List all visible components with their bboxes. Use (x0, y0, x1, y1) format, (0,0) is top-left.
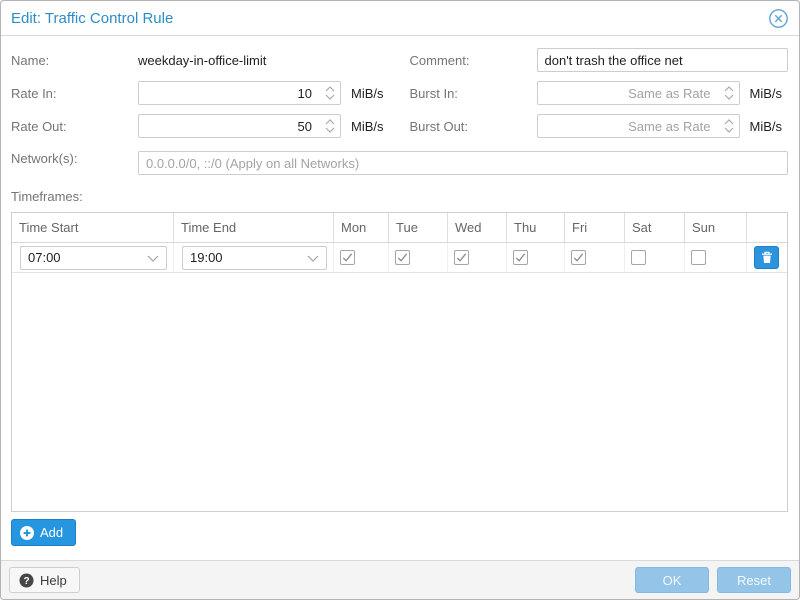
row-actions-cell (747, 243, 787, 272)
add-button[interactable]: Add (11, 519, 76, 546)
rate-in-spinner (325, 81, 335, 105)
comment-input[interactable] (537, 48, 789, 72)
thu-checkbox[interactable] (513, 250, 528, 265)
time-start-cell: 07:00 (12, 243, 174, 272)
time-start-combo[interactable]: 07:00 (20, 246, 167, 270)
rate-out-label: Rate Out: (11, 119, 138, 134)
edit-traffic-control-rule-dialog: Edit: Traffic Control Rule Name: weekday… (0, 0, 800, 600)
spinner-down-icon[interactable] (325, 127, 335, 133)
plus-circle-icon (20, 526, 34, 540)
form-row-3: Rate Out: MiB/s Burst Out: (11, 114, 788, 138)
mon-checkbox[interactable] (340, 250, 355, 265)
close-icon[interactable] (767, 7, 789, 29)
timeframes-label: Timeframes: (11, 189, 788, 204)
col-header-wed: Wed (448, 213, 507, 242)
spinner-up-icon[interactable] (724, 86, 734, 92)
rate-out-field-group: Rate Out: MiB/s (11, 114, 390, 138)
dialog-body: Name: weekday-in-office-limit Comment: R… (1, 36, 799, 560)
spinner-up-icon[interactable] (724, 119, 734, 125)
rate-in-spinfield (138, 81, 341, 105)
burst-in-unit: MiB/s (750, 86, 783, 101)
rate-in-field-group: Rate In: MiB/s (11, 81, 390, 105)
mon-cell (334, 243, 389, 272)
sun-cell (685, 243, 747, 272)
add-button-label: Add (40, 525, 63, 540)
rate-out-input[interactable] (138, 114, 341, 138)
sat-cell (625, 243, 685, 272)
burst-out-input[interactable] (537, 114, 740, 138)
time-start-value: 07:00 (28, 250, 147, 265)
tue-checkbox[interactable] (395, 250, 410, 265)
burst-in-spinner (724, 81, 734, 105)
time-end-cell: 19:00 (174, 243, 334, 272)
form-row-1: Name: weekday-in-office-limit Comment: (11, 48, 788, 72)
burst-out-field-group: Burst Out: MiB/s (410, 114, 789, 138)
burst-out-spinfield (537, 114, 740, 138)
burst-in-spinfield (537, 81, 740, 105)
col-header-time-end: Time End (174, 213, 334, 242)
burst-in-label: Burst In: (410, 86, 537, 101)
burst-in-field-group: Burst In: MiB/s (410, 81, 789, 105)
time-end-combo[interactable]: 19:00 (182, 246, 327, 270)
dialog-titlebar: Edit: Traffic Control Rule (1, 1, 799, 36)
sat-checkbox[interactable] (631, 250, 646, 265)
trash-icon (761, 251, 773, 264)
tue-cell (389, 243, 448, 272)
col-header-sun: Sun (685, 213, 747, 242)
time-end-value: 19:00 (190, 250, 307, 265)
col-header-tue: Tue (389, 213, 448, 242)
rate-out-spinfield (138, 114, 341, 138)
col-header-actions (747, 213, 787, 242)
dialog-title: Edit: Traffic Control Rule (11, 10, 173, 27)
delete-row-button[interactable] (754, 246, 779, 269)
comment-label: Comment: (410, 53, 537, 68)
chevron-down-icon (147, 250, 159, 265)
spinner-up-icon[interactable] (325, 119, 335, 125)
spinner-down-icon[interactable] (325, 94, 335, 100)
burst-out-label: Burst Out: (410, 119, 537, 134)
thu-cell (507, 243, 565, 272)
col-header-mon: Mon (334, 213, 389, 242)
table-empty-area (12, 273, 787, 511)
dialog-footer: ? Help OK Reset (1, 560, 799, 599)
col-header-sat: Sat (625, 213, 685, 242)
sun-checkbox[interactable] (691, 250, 706, 265)
ok-button[interactable]: OK (635, 567, 709, 593)
help-button-label: Help (40, 573, 67, 588)
form-row-2: Rate In: MiB/s Burst In: (11, 81, 788, 105)
comment-field-group: Comment: (410, 48, 789, 72)
chevron-down-icon (307, 250, 319, 265)
col-header-time-start: Time Start (12, 213, 174, 242)
timeframes-table-header: Time Start Time End Mon Tue Wed Thu Fri … (12, 213, 787, 243)
rate-out-unit: MiB/s (351, 119, 384, 134)
svg-text:?: ? (23, 576, 29, 587)
spinner-down-icon[interactable] (724, 94, 734, 100)
reset-button[interactable]: Reset (717, 567, 791, 593)
question-circle-icon: ? (19, 573, 34, 588)
col-header-fri: Fri (565, 213, 625, 242)
spinner-down-icon[interactable] (724, 127, 734, 133)
burst-out-unit: MiB/s (750, 119, 783, 134)
burst-in-input[interactable] (537, 81, 740, 105)
col-header-thu: Thu (507, 213, 565, 242)
fri-cell (565, 243, 625, 272)
wed-checkbox[interactable] (454, 250, 469, 265)
rate-out-spinner (325, 114, 335, 138)
fri-checkbox[interactable] (571, 250, 586, 265)
rate-in-label: Rate In: (11, 86, 138, 101)
help-button[interactable]: ? Help (9, 567, 80, 593)
burst-out-spinner (724, 114, 734, 138)
timeframe-row: 07:00 19:00 (12, 243, 787, 273)
networks-input[interactable] (138, 151, 788, 175)
name-field-group: Name: weekday-in-office-limit (11, 48, 390, 72)
rate-in-unit: MiB/s (351, 86, 384, 101)
networks-label: Network(s): (11, 151, 138, 175)
name-label: Name: (11, 53, 138, 68)
form-row-4: Network(s): (11, 151, 788, 175)
name-value: weekday-in-office-limit (138, 53, 266, 68)
wed-cell (448, 243, 507, 272)
timeframes-table: Time Start Time End Mon Tue Wed Thu Fri … (11, 212, 788, 512)
spinner-up-icon[interactable] (325, 86, 335, 92)
rate-in-input[interactable] (138, 81, 341, 105)
